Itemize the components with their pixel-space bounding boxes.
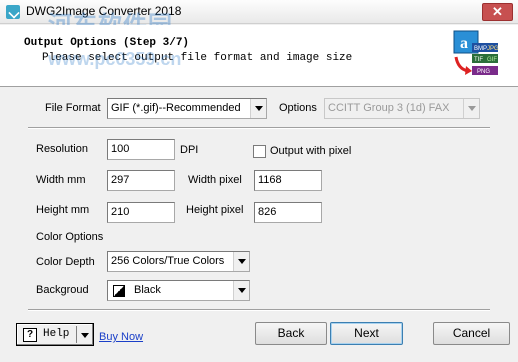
- cancel-button[interactable]: Cancel: [433, 322, 510, 345]
- file-format-label: File Format: [45, 102, 101, 114]
- help-label: Help: [43, 328, 70, 340]
- height-mm-label: Height mm: [36, 204, 90, 216]
- options-label: Options: [279, 102, 317, 114]
- help-separator: [76, 326, 77, 343]
- buy-now-link[interactable]: Buy Now: [99, 331, 143, 343]
- dpi-label: DPI: [180, 144, 199, 156]
- file-format-select[interactable]: GIF (*.gif)--Recommended: [107, 98, 267, 119]
- file-format-value: GIF (*.gif)--Recommended: [111, 102, 241, 114]
- resolution-input[interactable]: 100: [107, 139, 175, 160]
- logo-tif: TIF: [474, 57, 483, 63]
- logo-jpg: JPG: [487, 46, 499, 52]
- chevron-down-icon[interactable]: [233, 252, 249, 271]
- chevron-down-icon[interactable]: [250, 99, 266, 118]
- background-label: Backgroud: [36, 284, 89, 296]
- close-button[interactable]: ✕: [482, 3, 513, 21]
- color-depth-value: 256 Colors/True Colors: [111, 255, 225, 267]
- options-value: CCITT Group 3 (1d) FAX: [328, 102, 450, 114]
- options-select: CCITT Group 3 (1d) FAX: [324, 98, 480, 119]
- back-button[interactable]: Back: [255, 322, 327, 345]
- svg-text:a: a: [460, 35, 468, 52]
- width-mm-input[interactable]: 297: [107, 170, 175, 191]
- color-depth-select[interactable]: 256 Colors/True Colors: [107, 251, 250, 272]
- wizard-header: Output Options (Step 3/7) Please select …: [0, 25, 518, 87]
- watermark-url: www.pc0359.cn: [48, 49, 182, 69]
- height-mm-input[interactable]: 210: [107, 202, 175, 223]
- chevron-down-icon: [463, 99, 479, 118]
- color-swatch-icon: [113, 285, 125, 297]
- height-pixel-label: Height pixel: [186, 204, 244, 216]
- help-icon: ?: [23, 328, 37, 342]
- width-pixel-input[interactable]: 1168: [254, 170, 322, 191]
- logo-png: PNG: [477, 69, 490, 75]
- background-select[interactable]: Black: [107, 280, 250, 301]
- divider: [28, 127, 490, 129]
- help-button[interactable]: ? Help: [16, 323, 94, 346]
- width-mm-label: Width mm: [36, 174, 86, 186]
- color-depth-label: Color Depth: [36, 256, 95, 268]
- next-button[interactable]: Next: [330, 322, 403, 345]
- divider: [28, 309, 490, 311]
- resolution-label: Resolution: [36, 143, 88, 155]
- output-pixel-label: Output with pixel: [270, 145, 352, 157]
- converter-logo-icon: a BMP JPG TIF GIF PNG: [453, 30, 499, 75]
- logo-gif: GIF: [487, 57, 497, 63]
- output-pixel-checkbox[interactable]: [253, 145, 266, 158]
- height-pixel-input[interactable]: 826: [254, 202, 322, 223]
- app-icon: [6, 5, 20, 19]
- width-pixel-label: Width pixel: [188, 174, 242, 186]
- color-options-label: Color Options: [36, 231, 104, 243]
- chevron-down-icon[interactable]: [81, 333, 89, 338]
- step-title: Output Options (Step 3/7): [24, 37, 190, 49]
- title-bar: DWG2Image Converter 2018 河东软件园 ✕: [0, 0, 518, 39]
- background-value: Black: [134, 284, 161, 296]
- chevron-down-icon[interactable]: [233, 281, 249, 300]
- logo-bmp: BMP: [474, 46, 487, 52]
